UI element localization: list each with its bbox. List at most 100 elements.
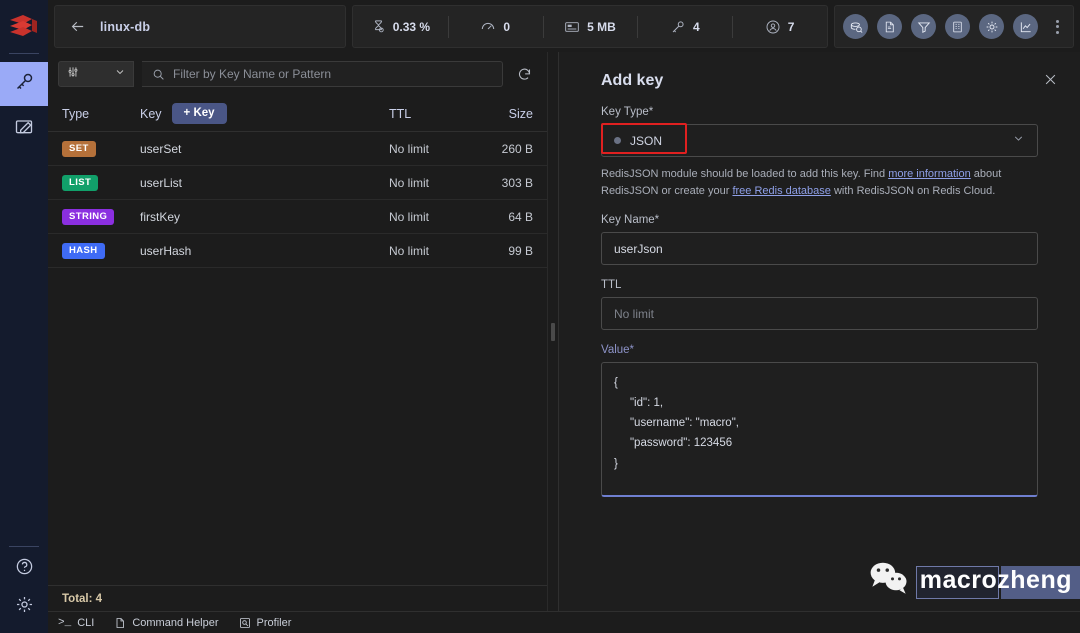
status-badge: SET bbox=[62, 141, 96, 157]
cell-type: STRING bbox=[62, 208, 140, 225]
key-name-input[interactable]: userJson bbox=[601, 232, 1038, 266]
funnel-icon[interactable] bbox=[911, 14, 936, 39]
table-row[interactable]: SET userSet No limit 260 B bbox=[48, 132, 547, 166]
document-icon bbox=[114, 617, 126, 629]
key-type-filter[interactable] bbox=[58, 61, 134, 87]
stat-value: 0 bbox=[503, 19, 511, 34]
table-header: Type Key + Key TTL Size bbox=[48, 96, 547, 132]
column-ttl[interactable]: TTL bbox=[389, 107, 475, 121]
gear-icon[interactable] bbox=[15, 595, 34, 619]
cell-ttl: No limit bbox=[389, 175, 430, 190]
sidebar-item-browser[interactable] bbox=[0, 62, 48, 106]
chevron-down-icon bbox=[1012, 132, 1025, 150]
column-type[interactable]: Type bbox=[62, 107, 140, 121]
ttl-label: TTL bbox=[601, 279, 622, 292]
cell-ttl: No limit bbox=[389, 209, 430, 224]
cell-key: userHash bbox=[140, 243, 192, 258]
cell-size: 303 B bbox=[501, 175, 533, 190]
more-vertical-icon[interactable] bbox=[1049, 19, 1065, 34]
profiler-button[interactable]: Profiler bbox=[239, 616, 292, 629]
arrow-left-icon[interactable] bbox=[69, 18, 86, 35]
total-count: Total: 4 bbox=[48, 585, 547, 611]
add-key-button[interactable]: + Key bbox=[171, 102, 227, 125]
column-size[interactable]: Size bbox=[475, 107, 533, 121]
memory-icon bbox=[564, 19, 580, 35]
redis-logo-icon bbox=[7, 12, 41, 42]
key-name-label: Key Name* bbox=[601, 214, 660, 227]
status-badge: HASH bbox=[62, 243, 105, 259]
terminal-icon: >_ bbox=[58, 616, 72, 629]
value-textarea[interactable]: { "id": 1, "username": "macro", "passwor… bbox=[601, 362, 1038, 498]
key-type-value-wrap: JSON bbox=[614, 134, 662, 148]
cell-type: SET bbox=[62, 140, 140, 157]
value-field: Value* { "id": 1, "username": "macro", "… bbox=[601, 344, 1038, 498]
column-key-label[interactable]: Key bbox=[140, 107, 162, 121]
app-window: linux-db 0.33 % 0 5 MB 4 7 Filter by Key… bbox=[0, 0, 1080, 633]
rail-divider bbox=[9, 53, 39, 54]
sidebar-item-workbench[interactable] bbox=[0, 106, 48, 150]
cell-size: 260 B bbox=[501, 141, 533, 156]
chart-icon[interactable] bbox=[1013, 14, 1038, 39]
panel-resize-handle[interactable] bbox=[548, 52, 558, 611]
column-key: Key + Key bbox=[140, 102, 389, 125]
key-icon bbox=[670, 19, 686, 35]
command-helper-button[interactable]: Command Helper bbox=[114, 616, 219, 629]
helper-part-1: RedisJSON module should be loaded to add… bbox=[601, 168, 889, 180]
profiler-icon bbox=[239, 617, 251, 629]
value-label: Value* bbox=[601, 344, 635, 357]
filter-bar: Filter by Key Name or Pattern bbox=[48, 52, 547, 96]
cell-type: HASH bbox=[62, 242, 140, 259]
refresh-icon[interactable] bbox=[511, 61, 537, 87]
cell-key: userSet bbox=[140, 141, 182, 156]
document-icon[interactable] bbox=[877, 14, 902, 39]
database-stats: 0.33 % 0 5 MB 4 7 bbox=[352, 5, 828, 48]
main-area: linux-db 0.33 % 0 5 MB 4 7 Filter by Key… bbox=[48, 0, 1080, 633]
cell-type: LIST bbox=[62, 174, 140, 191]
key-name-field: Key Name* userJson bbox=[601, 214, 1038, 266]
bottom-bar: >_ CLI Command Helper Profiler bbox=[48, 611, 1080, 633]
cell-key: userList bbox=[140, 175, 183, 190]
stat-commands: 0 bbox=[448, 19, 543, 35]
free-redis-database-link[interactable]: free Redis database bbox=[732, 185, 830, 197]
panel-body: Key Type* JSON RedisJSON module should b… bbox=[559, 90, 1080, 498]
ttl-input[interactable]: No limit bbox=[601, 297, 1038, 331]
close-icon[interactable] bbox=[1043, 72, 1058, 90]
table-row[interactable]: LIST userList No limit 303 B bbox=[48, 166, 547, 200]
help-icon[interactable] bbox=[15, 557, 34, 581]
key-icon bbox=[14, 71, 35, 97]
more-information-link[interactable]: more information bbox=[888, 168, 971, 180]
cli-button[interactable]: >_ CLI bbox=[58, 617, 94, 629]
stat-cpu: 0.33 % bbox=[353, 19, 448, 34]
key-type-value: JSON bbox=[630, 133, 663, 148]
key-type-field: Key Type* JSON RedisJSON module should b… bbox=[601, 106, 1038, 200]
stat-value: 5 MB bbox=[587, 19, 616, 34]
gear-icon[interactable] bbox=[979, 14, 1004, 39]
table-row[interactable]: STRING firstKey No limit 64 B bbox=[48, 200, 547, 234]
profiler-label: Profiler bbox=[256, 616, 292, 629]
stat-value: 7 bbox=[787, 19, 795, 34]
database-chip[interactable]: linux-db bbox=[54, 5, 346, 48]
type-dot-icon bbox=[614, 137, 621, 144]
table-row[interactable]: HASH userHash No limit 99 B bbox=[48, 234, 547, 268]
cli-label: CLI bbox=[77, 616, 95, 629]
keys-pane: Filter by Key Name or Pattern Type Key +… bbox=[48, 52, 548, 611]
stat-value: 0.33 % bbox=[392, 19, 431, 34]
grid-icon[interactable] bbox=[945, 14, 970, 39]
cell-ttl: No limit bbox=[389, 141, 430, 156]
overview-icon[interactable] bbox=[843, 14, 868, 39]
helper-part-3: with RedisJSON on Redis Cloud. bbox=[830, 185, 996, 198]
stat-value: 4 bbox=[692, 19, 700, 34]
search-icon bbox=[152, 68, 165, 81]
key-type-select[interactable]: JSON bbox=[601, 123, 1038, 157]
filter-icon bbox=[66, 65, 80, 84]
body-split: Filter by Key Name or Pattern Type Key +… bbox=[48, 52, 1080, 611]
stat-memory: 5 MB bbox=[543, 19, 638, 35]
cell-size: 64 B bbox=[508, 209, 533, 224]
top-bar: linux-db 0.33 % 0 5 MB 4 7 bbox=[48, 0, 1080, 52]
search-input[interactable]: Filter by Key Name or Pattern bbox=[142, 61, 503, 87]
gauge-icon bbox=[480, 19, 496, 35]
command-helper-label: Command Helper bbox=[132, 616, 219, 629]
left-rail bbox=[0, 0, 48, 633]
hourglass-icon bbox=[371, 19, 386, 34]
panel-header: Add key bbox=[559, 52, 1080, 90]
